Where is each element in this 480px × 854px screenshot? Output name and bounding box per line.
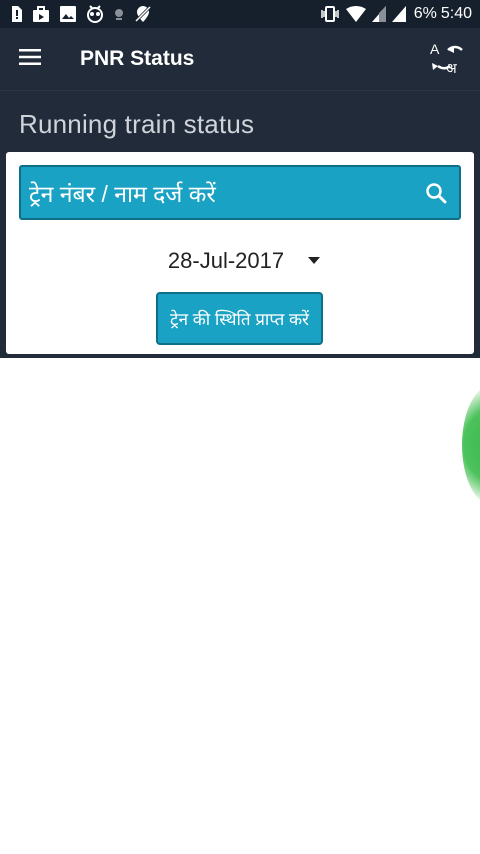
search-placeholder: ट्रेन नंबर / नाम दर्ज करें	[29, 180, 216, 207]
date-selector[interactable]: 28-Jul-2017	[6, 244, 474, 278]
status-bar-left	[10, 5, 162, 23]
language-toggle-button[interactable]: A अ	[428, 40, 468, 78]
search-icon[interactable]	[413, 170, 459, 216]
selected-date: 28-Jul-2017	[167, 248, 285, 273]
wifi-icon	[345, 6, 366, 22]
get-train-status-button[interactable]: ट्रेन की स्थिति प्राप्त करें	[156, 292, 323, 345]
signal-icon	[371, 6, 386, 22]
app-bar: PNR Status A अ	[0, 28, 480, 90]
sim-alert-icon	[10, 6, 22, 22]
language-to-text: अ	[446, 61, 457, 77]
translate-icon: A अ	[430, 41, 463, 77]
no-location-icon	[134, 5, 152, 23]
search-card: ट्रेन नंबर / नाम दर्ज करें 28-Jul-2017 ट…	[6, 152, 474, 354]
signal-icon	[391, 6, 406, 22]
vibrate-icon	[320, 6, 340, 22]
dot-icon	[114, 8, 124, 20]
image-icon	[60, 6, 76, 22]
briefcase-icon	[32, 6, 50, 22]
header-section: Running train status ट्रेन नंबर / नाम दर…	[0, 90, 480, 358]
hamburger-menu-icon	[19, 48, 41, 70]
owl-icon	[86, 5, 104, 23]
status-bar: 6% 5:40	[0, 0, 480, 28]
status-bar-right: 6% 5:40	[320, 5, 472, 23]
chevron-down-icon	[308, 257, 321, 265]
menu-button[interactable]	[0, 28, 60, 90]
language-from-text: A	[430, 41, 440, 57]
train-search-input[interactable]: ट्रेन नंबर / नाम दर्ज करें	[19, 165, 461, 220]
battery-percent: 6%	[413, 5, 437, 22]
section-title: Running train status	[19, 109, 255, 139]
app-root: 6% 5:40 PNR Status A अ Running train sta…	[0, 0, 480, 854]
app-title: PNR Status	[80, 47, 195, 70]
clock: 5:40	[440, 5, 472, 22]
floating-action-button[interactable]	[462, 385, 480, 505]
